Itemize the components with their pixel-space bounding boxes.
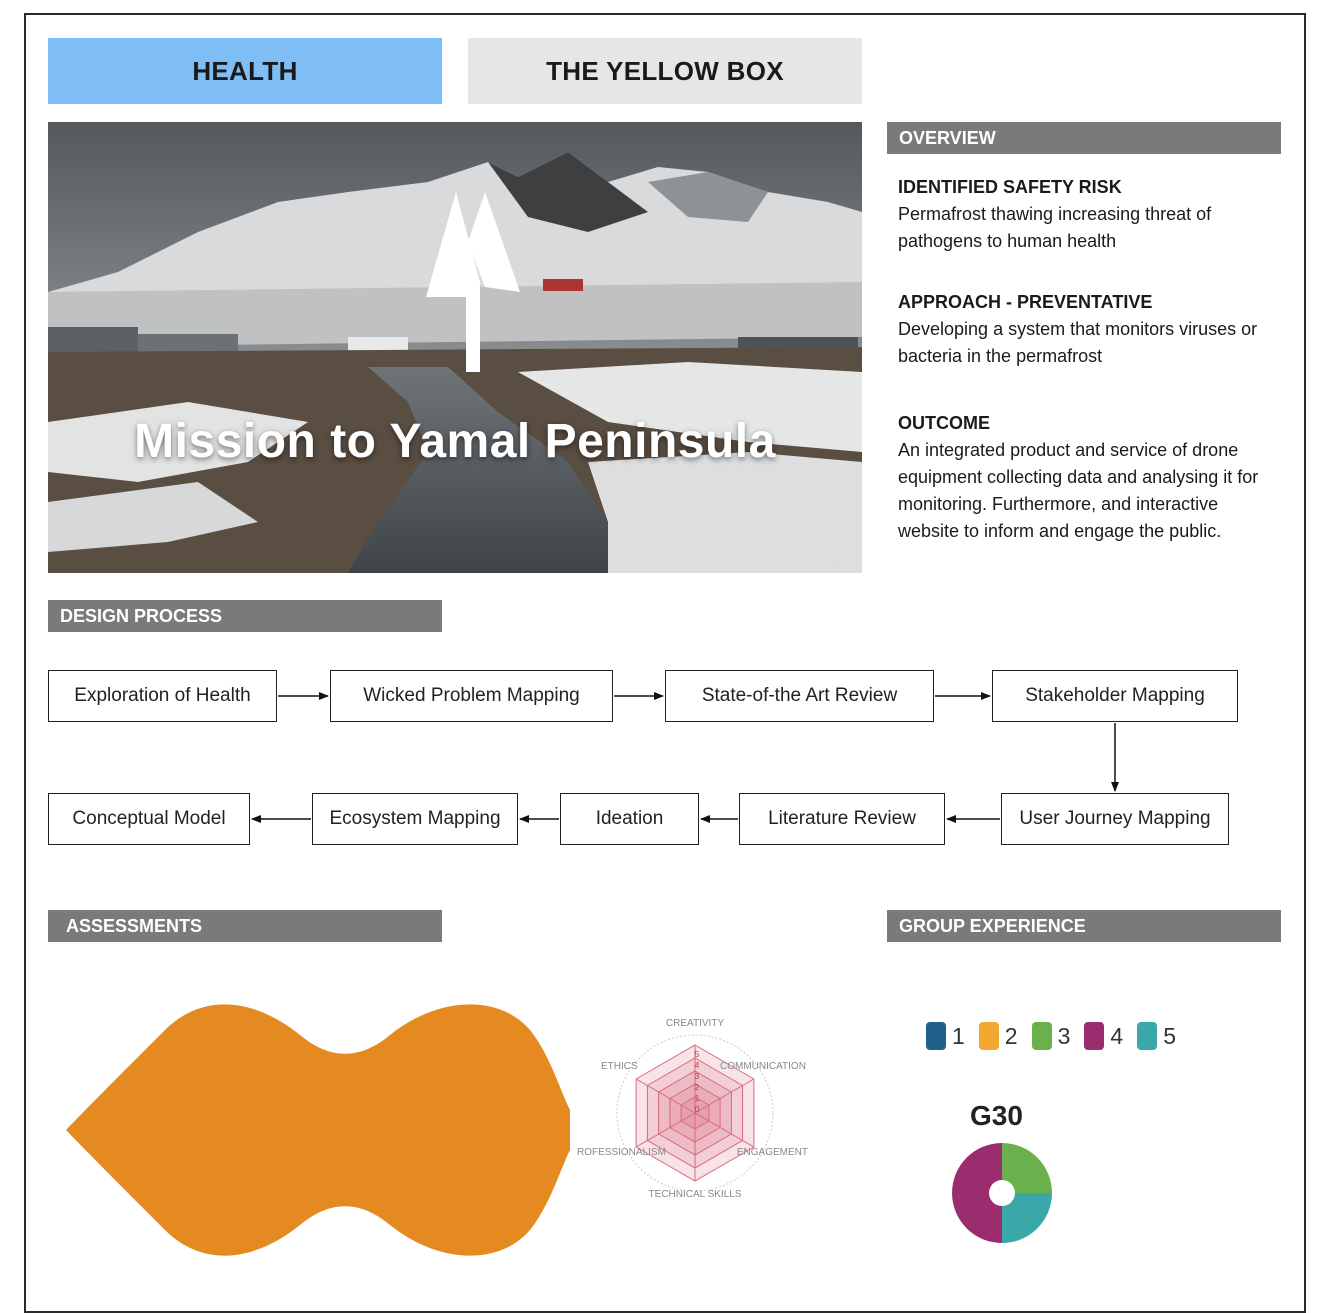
- process-step: Wicked Problem Mapping: [330, 670, 613, 722]
- donut-slice: [952, 1143, 1002, 1243]
- radar-scale-label: 3: [695, 1072, 700, 1081]
- legend-item: 1: [926, 1022, 965, 1050]
- legend-item: 5: [1137, 1022, 1176, 1050]
- legend-swatch: [926, 1022, 946, 1050]
- tab-yellow-box-label: THE YELLOW BOX: [546, 55, 784, 86]
- process-step: User Journey Mapping: [1001, 793, 1229, 845]
- risk-title: IDENTIFIED SAFETY RISK: [898, 177, 1122, 197]
- experience-donut: [952, 1143, 1052, 1243]
- radar-axis-label: CREATIVITY: [666, 1018, 724, 1029]
- approach-block: APPROACH - PREVENTATIVE Developing a sys…: [898, 289, 1278, 370]
- risk-text: Permafrost thawing increasing threat of …: [898, 204, 1212, 251]
- process-step: Ideation: [560, 793, 699, 845]
- outcome-text: An integrated product and service of dro…: [898, 440, 1259, 541]
- legend-item: 2: [978, 1022, 1018, 1050]
- outcome-block: OUTCOME An integrated product and servic…: [898, 410, 1278, 545]
- legend-swatch: [978, 1022, 999, 1050]
- legend-item: 3: [1031, 1022, 1071, 1050]
- radar-scale-label: 4: [695, 1061, 700, 1070]
- tab-health[interactable]: HEALTH: [48, 38, 442, 104]
- radar-axis-label: COMMUNICATION: [720, 1061, 806, 1072]
- approach-title: APPROACH - PREVENTATIVE: [898, 292, 1153, 312]
- donut-slice: [1002, 1143, 1052, 1193]
- radar-scale-label: 0: [695, 1105, 700, 1114]
- risk-block: IDENTIFIED SAFETY RISK Permafrost thawin…: [898, 174, 1278, 255]
- legend-label: 3: [1057, 1022, 1071, 1049]
- legend-label: 4: [1110, 1022, 1124, 1049]
- group-label: G30: [970, 1100, 1023, 1131]
- tab-health-label: HEALTH: [192, 55, 298, 86]
- team-label: Team 30: [815, 556, 854, 567]
- process-step: Exploration of Health: [48, 670, 277, 722]
- design-process-heading: DESIGN PROCESS: [48, 600, 442, 632]
- assessment-blob: [66, 1004, 570, 1256]
- legend-label: 5: [1163, 1022, 1176, 1049]
- approach-text: Developing a system that monitors viruse…: [898, 319, 1258, 366]
- overview-heading: OVERVIEW: [887, 122, 1281, 154]
- radar-axis-label: ENGAGEMENT: [737, 1147, 808, 1158]
- tab-yellow-box[interactable]: THE YELLOW BOX: [468, 38, 862, 104]
- legend-swatch: [1084, 1022, 1105, 1050]
- radar-scale-label: 1: [695, 1094, 700, 1103]
- radar-scale-label: 2: [695, 1083, 700, 1092]
- process-step: Conceptual Model: [48, 793, 250, 845]
- radar-axis-label: ROFESSIONALISM: [577, 1147, 666, 1158]
- radar-axis-label: TECHNICAL SKILLS: [649, 1189, 742, 1200]
- donut-slice: [1002, 1193, 1052, 1243]
- radar-scale-label: 5: [695, 1050, 700, 1059]
- legend-item: 4: [1084, 1022, 1123, 1050]
- legend-swatch: [1031, 1022, 1052, 1050]
- outcome-title: OUTCOME: [898, 413, 990, 433]
- assessments-heading: ASSESSMENTS: [48, 910, 442, 942]
- process-step: Literature Review: [739, 793, 945, 845]
- legend-swatch: [1137, 1022, 1158, 1050]
- process-step: State-of-the Art Review: [665, 670, 934, 722]
- legend-label: 1: [952, 1022, 965, 1049]
- process-step: Stakeholder Mapping: [992, 670, 1238, 722]
- hero-image: Mission to Yamal Peninsula Team 30: [48, 122, 862, 573]
- group-experience-heading: GROUP EXPERIENCE: [887, 910, 1281, 942]
- process-step: Ecosystem Mapping: [312, 793, 518, 845]
- radar-chart: CREATIVITY COMMUNICATION ENGAGEMENT TECH…: [577, 1018, 808, 1200]
- hero-caption: Mission to Yamal Peninsula: [134, 415, 776, 468]
- experience-legend: 1 2 3 4 5: [926, 1022, 1190, 1050]
- legend-label: 2: [1004, 1022, 1018, 1049]
- donut-group: [952, 1143, 1052, 1243]
- hero-landscape: [48, 122, 862, 573]
- assessment-shape: [66, 1004, 570, 1256]
- radar-axis-label: ETHICS: [601, 1061, 638, 1072]
